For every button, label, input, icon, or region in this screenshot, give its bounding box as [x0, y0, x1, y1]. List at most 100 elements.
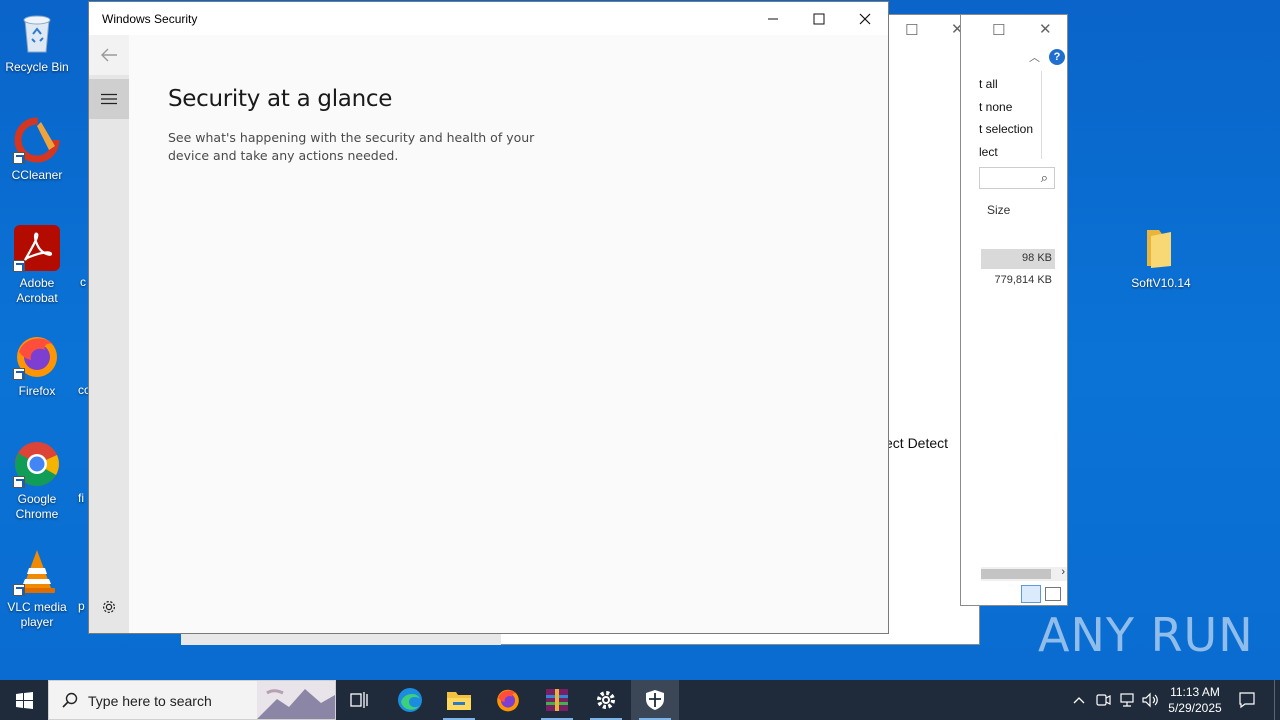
- search-highlight-image: [257, 681, 335, 719]
- folder-icon: [447, 692, 471, 710]
- taskbar: Type here to search 11:13 AM 5/29/2025: [0, 680, 1280, 720]
- chrome-icon: [13, 440, 61, 488]
- close-button[interactable]: ✕: [1039, 20, 1052, 38]
- desktop-icon-vlc[interactable]: VLC media player: [0, 548, 74, 630]
- desktop-icon-label: Google Chrome: [15, 492, 59, 521]
- firefox-icon: [497, 689, 519, 712]
- shortcut-arrow-icon: [13, 152, 25, 164]
- horizontal-scrollbar[interactable]: ›: [981, 566, 1067, 581]
- chevron-right-icon[interactable]: ›: [1061, 566, 1065, 578]
- taskbar-settings[interactable]: [582, 680, 630, 720]
- ccleaner-icon: [13, 116, 61, 164]
- search-placeholder: Type here to search: [88, 693, 212, 709]
- search-icon: ⌕: [1040, 170, 1048, 185]
- file-size: 98 KB: [1022, 252, 1052, 264]
- maximize-button[interactable]: [796, 2, 842, 35]
- column-header-size[interactable]: Size: [987, 203, 1010, 217]
- tray-network[interactable]: [1116, 680, 1138, 720]
- help-icon[interactable]: ?: [1049, 49, 1065, 65]
- navigation-pane: [89, 35, 129, 633]
- show-hidden-icons-button[interactable]: [1068, 680, 1090, 720]
- task-view-icon: [350, 692, 368, 708]
- taskbar-windows-security[interactable]: [631, 680, 679, 720]
- task-view-button[interactable]: [336, 680, 384, 720]
- recycle-bin-icon: [13, 8, 61, 56]
- desktop-icon-adobe-acrobat[interactable]: Adobe Acrobat: [0, 224, 74, 306]
- desktop-icon-recycle-bin[interactable]: Recycle Bin: [0, 8, 74, 75]
- folder-icon: [1137, 224, 1185, 272]
- windows-logo-icon: [15, 691, 33, 709]
- action-center-button[interactable]: [1232, 680, 1262, 720]
- maximize-icon: [813, 13, 825, 24]
- horizontal-scrollbar[interactable]: [181, 633, 501, 645]
- desktop-icon-softv1014-folder[interactable]: SoftV10.14: [1124, 224, 1198, 291]
- chevron-up-icon: [1073, 697, 1085, 704]
- start-button[interactable]: [0, 680, 48, 720]
- shortcut-arrow-icon: [13, 584, 25, 596]
- back-button[interactable]: [89, 35, 129, 75]
- chevron-up-icon[interactable]: ︿: [1029, 49, 1040, 65]
- gear-icon: [597, 691, 615, 709]
- desktop-icon-ccleaner[interactable]: CCleaner: [0, 116, 74, 183]
- large-icons-view-button[interactable]: [1045, 587, 1061, 601]
- table-row[interactable]: 98 KB: [981, 249, 1055, 269]
- notification-icon: [1239, 692, 1255, 709]
- hamburger-menu-button[interactable]: [89, 79, 129, 119]
- close-button[interactable]: [842, 2, 888, 35]
- windows-security-window[interactable]: Windows Security Security at a glance Se…: [88, 1, 889, 634]
- table-row[interactable]: 779,814 KB: [981, 271, 1055, 291]
- desktop-icon-label: Firefox: [18, 384, 56, 398]
- title-bar[interactable]: Windows Security: [89, 2, 888, 35]
- gear-icon: [102, 600, 116, 614]
- taskbar-clock[interactable]: 11:13 AM 5/29/2025: [1160, 684, 1230, 716]
- shortcut-arrow-icon: [13, 476, 25, 488]
- edge-icon: [398, 688, 422, 712]
- anyrun-watermark: ANY RUN: [1038, 608, 1254, 662]
- clock-time: 11:13 AM: [1170, 685, 1220, 699]
- scrollbar-thumb[interactable]: [981, 569, 1051, 579]
- main-content: Security at a glance See what's happenin…: [168, 86, 558, 165]
- desktop-icon-label: VLC media player: [7, 600, 67, 629]
- minimize-icon: [768, 18, 778, 19]
- page-title: Security at a glance: [168, 86, 393, 112]
- taskbar-edge[interactable]: [386, 680, 434, 720]
- desktop-icon-google-chrome[interactable]: Google Chrome: [0, 440, 74, 522]
- maximize-button[interactable]: ☐: [905, 21, 918, 39]
- taskbar-firefox[interactable]: [484, 680, 532, 720]
- taskbar-search-box[interactable]: Type here to search: [48, 680, 336, 720]
- partial-desktop-label: fi: [78, 491, 84, 505]
- network-icon: [1120, 693, 1134, 707]
- window-title: Windows Security: [102, 12, 198, 26]
- taskbar-file-explorer[interactable]: [435, 680, 483, 720]
- vlc-icon: [13, 548, 61, 596]
- desktop-icon-label: Recycle Bin: [5, 60, 69, 74]
- show-desktop-button[interactable]: [1274, 680, 1280, 720]
- search-box[interactable]: ⌕: [979, 167, 1055, 189]
- background-window-text: ect Detect: [885, 435, 949, 451]
- desktop-icon-label: SoftV10.14: [1131, 276, 1191, 290]
- speaker-icon: [1142, 692, 1158, 708]
- ribbon-item-select[interactable]: lect: [979, 141, 1033, 164]
- desktop-icon-label: CCleaner: [11, 168, 63, 182]
- settings-button[interactable]: [89, 587, 129, 627]
- tray-volume[interactable]: [1140, 680, 1162, 720]
- maximize-button[interactable]: ☐: [992, 21, 1005, 39]
- ribbon-item-invert-selection[interactable]: t selection: [979, 118, 1033, 141]
- ribbon-item-select-none[interactable]: t none: [979, 96, 1033, 119]
- tray-meet-now[interactable]: [1092, 680, 1114, 720]
- details-view-button[interactable]: [1021, 585, 1041, 603]
- hamburger-icon: [101, 93, 117, 105]
- clock-date: 5/29/2025: [1168, 701, 1222, 715]
- adobe-acrobat-icon: [13, 224, 61, 272]
- ribbon-menu: t all t none t selection lect: [979, 73, 1033, 163]
- camera-icon: [1096, 694, 1111, 706]
- taskbar-winrar[interactable]: [533, 680, 581, 720]
- search-icon: [62, 692, 78, 708]
- desktop-icon-label: Adobe Acrobat: [16, 276, 58, 305]
- desktop-icon-firefox[interactable]: Firefox: [0, 332, 74, 399]
- file-explorer-window[interactable]: ☐ ✕ ︿ ? t all t none t selection lect ⌕ …: [960, 14, 1068, 606]
- file-size: 779,814 KB: [994, 274, 1053, 286]
- minimize-button[interactable]: [750, 2, 796, 35]
- ribbon-item-select-all[interactable]: t all: [979, 73, 1033, 96]
- back-arrow-icon: [101, 48, 117, 62]
